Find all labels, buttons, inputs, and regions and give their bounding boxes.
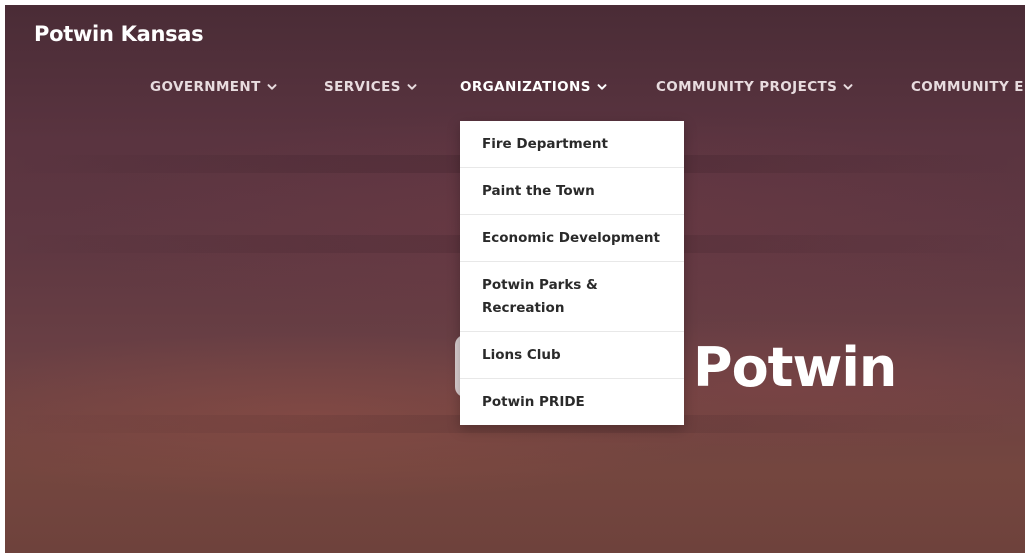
chevron-down-icon: [407, 84, 417, 90]
nav-item-label: GOVERNMENT: [150, 79, 261, 95]
nav-item-organizations[interactable]: ORGANIZATIONS: [460, 77, 607, 97]
hero-background: Potwin Kansas GOVERNMENT SERVICES ORGANI…: [5, 5, 1025, 553]
menu-item-potwin-pride[interactable]: Potwin PRIDE: [460, 379, 684, 425]
nav-item-community-events[interactable]: COMMUNITY E: [911, 77, 1024, 97]
nav-item-label: COMMUNITY PROJECTS: [656, 79, 838, 95]
hero-title: Potwin: [693, 336, 897, 399]
organizations-dropdown-menu: Fire Department Paint the Town Economic …: [460, 121, 684, 425]
menu-item-parks-recreation[interactable]: Potwin Parks & Recreation: [460, 262, 684, 332]
menu-item-paint-the-town[interactable]: Paint the Town: [460, 168, 684, 215]
main-navigation: GOVERNMENT SERVICES ORGANIZATIONS COMMUN…: [5, 77, 1025, 97]
menu-item-lions-club[interactable]: Lions Club: [460, 332, 684, 379]
nav-item-community-projects[interactable]: COMMUNITY PROJECTS: [656, 77, 853, 97]
chevron-down-icon: [843, 84, 853, 90]
site-title[interactable]: Potwin Kansas: [34, 22, 204, 46]
chevron-down-icon: [597, 84, 607, 90]
menu-item-fire-department[interactable]: Fire Department: [460, 121, 684, 168]
nav-item-services[interactable]: SERVICES: [324, 77, 417, 97]
menu-item-economic-development[interactable]: Economic Development: [460, 215, 684, 262]
nav-item-label: COMMUNITY E: [911, 79, 1024, 95]
nav-item-label: ORGANIZATIONS: [460, 79, 591, 95]
nav-item-government[interactable]: GOVERNMENT: [150, 77, 277, 97]
nav-item-label: SERVICES: [324, 79, 401, 95]
chevron-down-icon: [267, 84, 277, 90]
